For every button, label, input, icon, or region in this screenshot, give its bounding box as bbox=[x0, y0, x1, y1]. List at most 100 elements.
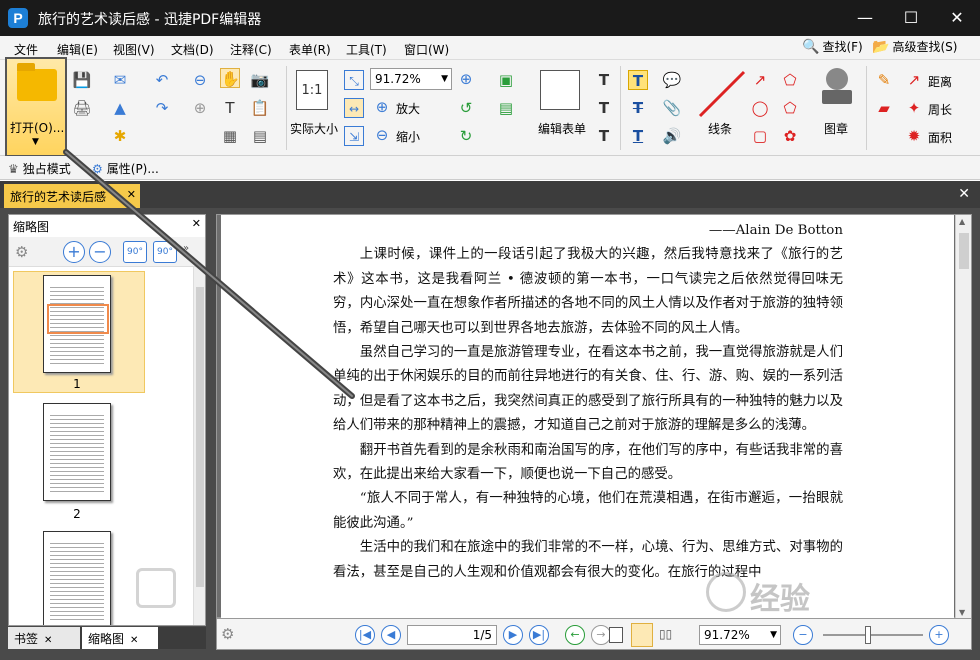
zoom-slider[interactable] bbox=[823, 626, 923, 644]
find-button[interactable]: 🔍 查找(F) bbox=[802, 38, 863, 55]
gear-icon[interactable]: ⚙ bbox=[15, 243, 28, 261]
close-all-tabs-icon[interactable]: ✕ bbox=[958, 186, 970, 202]
print-icon[interactable]: 🖨 bbox=[72, 98, 92, 118]
scroll-thumb[interactable] bbox=[959, 233, 969, 269]
redo-icon[interactable]: ↷ bbox=[152, 98, 172, 118]
fit-page-icon[interactable]: ⤡ bbox=[344, 70, 364, 90]
menu-window[interactable]: 窗口(W) bbox=[404, 41, 449, 58]
area-label[interactable]: 面积 bbox=[928, 129, 952, 146]
close-panel-icon[interactable]: ✕ bbox=[192, 217, 201, 230]
new-document-icon[interactable]: ✱ bbox=[110, 126, 130, 146]
rotate-left-icon[interactable]: 90° bbox=[123, 241, 147, 263]
distance-icon[interactable]: ↗ bbox=[904, 70, 924, 90]
perimeter-label[interactable]: 周长 bbox=[928, 101, 952, 118]
document-scrollbar[interactable]: ▲ ▼ bbox=[955, 215, 971, 619]
scan-icon[interactable]: ▲ bbox=[110, 98, 130, 118]
rotate-right-icon[interactable]: 90° bbox=[153, 241, 177, 263]
forward-icon[interactable]: ⊕ bbox=[190, 98, 210, 118]
zoom-select[interactable]: 91.72% ▼ bbox=[370, 68, 452, 90]
single-page-icon[interactable] bbox=[609, 627, 623, 643]
cloud-icon[interactable]: ✿ bbox=[780, 126, 800, 146]
tab-document[interactable]: 旅行的艺术读后感 ✕ bbox=[4, 184, 140, 208]
add-field-icon[interactable]: ▤ bbox=[496, 98, 516, 118]
zoom-in-icon[interactable]: ⊕ bbox=[456, 69, 476, 89]
tab-thumbnails[interactable]: 缩略图 ✕ bbox=[82, 627, 158, 649]
area-icon[interactable]: ✹ bbox=[904, 126, 924, 146]
paste-icon[interactable]: 📋 bbox=[250, 98, 270, 118]
zoom-in-label[interactable]: 放大 bbox=[396, 100, 420, 117]
maximize-button[interactable]: ☐ bbox=[888, 0, 934, 36]
menu-view[interactable]: 视图(V) bbox=[113, 41, 155, 58]
menu-tools[interactable]: 工具(T) bbox=[346, 41, 387, 58]
scroll-up-icon[interactable]: ▲ bbox=[959, 217, 965, 226]
close-window-button[interactable]: ✕ bbox=[934, 0, 980, 36]
enlarge-thumbnail-icon[interactable]: + bbox=[63, 241, 85, 263]
exclusive-mode-button[interactable]: ♛ 独占模式 bbox=[8, 160, 71, 177]
polygon-icon[interactable]: ⬠ bbox=[780, 98, 800, 118]
minimize-button[interactable]: — bbox=[842, 0, 888, 36]
menu-file[interactable]: 文件 bbox=[14, 41, 38, 58]
zoom-in-plus-icon[interactable]: ⊕ bbox=[372, 97, 392, 117]
menu-comment[interactable]: 注释(C) bbox=[230, 41, 272, 58]
scroll-down-icon[interactable]: ▼ bbox=[959, 608, 965, 617]
fit-width-icon[interactable]: ↔ bbox=[344, 98, 364, 118]
last-page-button[interactable]: ▶| bbox=[529, 625, 549, 645]
stamp-icon[interactable] bbox=[820, 68, 854, 112]
pencil-icon[interactable]: ✎ bbox=[874, 70, 894, 90]
zoom-out-label[interactable]: 缩小 bbox=[396, 128, 420, 145]
facing-pages-icon[interactable]: ▯▯ bbox=[659, 627, 672, 641]
go-forward-button[interactable]: → bbox=[591, 625, 611, 645]
prev-page-button[interactable]: ◀ bbox=[381, 625, 401, 645]
close-tab-icon[interactable]: ✕ bbox=[127, 188, 136, 201]
menu-edit[interactable]: 编辑(E) bbox=[57, 41, 98, 58]
polyline-icon[interactable]: ⬠ bbox=[780, 70, 800, 90]
thumbnail-page-3[interactable] bbox=[43, 531, 111, 625]
ellipse-icon[interactable]: ◯ bbox=[750, 98, 770, 118]
attach-icon[interactable]: 📎 bbox=[662, 98, 682, 118]
save-icon[interactable]: 💾 bbox=[72, 70, 92, 90]
go-back-button[interactable]: ← bbox=[565, 625, 585, 645]
eraser-icon[interactable]: ▰ bbox=[874, 98, 894, 118]
email-icon[interactable]: ✉ bbox=[110, 70, 130, 90]
back-icon[interactable]: ⊖ bbox=[190, 70, 210, 90]
continuous-page-icon[interactable] bbox=[631, 623, 653, 647]
thumbnail-page-2[interactable] bbox=[43, 403, 111, 501]
next-page-button[interactable]: ▶ bbox=[503, 625, 523, 645]
rotate-right-icon[interactable]: ↻ bbox=[456, 126, 476, 146]
open-file-button[interactable]: 打开(O)... ▼ bbox=[5, 57, 67, 157]
gear-icon[interactable]: ⚙ bbox=[221, 625, 234, 643]
actual-size-icon[interactable]: 1:1 bbox=[296, 70, 328, 110]
distance-label[interactable]: 距离 bbox=[928, 73, 952, 90]
shrink-thumbnail-icon[interactable]: − bbox=[89, 241, 111, 263]
strikeout-icon[interactable]: T bbox=[628, 98, 648, 118]
rectangle-icon[interactable]: ▢ bbox=[750, 126, 770, 146]
text-box-icon[interactable]: T bbox=[594, 70, 614, 90]
zoom-slider-handle[interactable] bbox=[865, 626, 871, 644]
fit-visible-icon[interactable]: ⇲ bbox=[344, 126, 364, 146]
advanced-find-button[interactable]: 📂 高级查找(S) bbox=[872, 38, 957, 55]
properties-button[interactable]: ⚙ 属性(P)... bbox=[92, 160, 159, 177]
undo-icon[interactable]: ↶ bbox=[152, 70, 172, 90]
page-setup-icon[interactable]: ▤ bbox=[250, 126, 270, 146]
arrow-icon[interactable]: ↗ bbox=[750, 70, 770, 90]
zoom-out-button[interactable]: − bbox=[793, 625, 813, 645]
first-page-button[interactable]: |◀ bbox=[355, 625, 375, 645]
select-area-icon[interactable]: ▦ bbox=[220, 126, 240, 146]
typewriter-icon[interactable]: T bbox=[594, 98, 614, 118]
tab-bookmarks[interactable]: 书签 ✕ bbox=[8, 627, 80, 649]
zoom-out-icon[interactable]: ⊖ bbox=[372, 125, 392, 145]
page-number-input[interactable]: 1/5 bbox=[407, 625, 497, 645]
close-icon[interactable]: ✕ bbox=[130, 635, 138, 646]
perimeter-icon[interactable]: ✦ bbox=[904, 98, 924, 118]
highlight-text-icon[interactable]: T bbox=[628, 70, 648, 90]
snapshot-icon[interactable]: 📷 bbox=[250, 70, 270, 90]
thumbnail-scrollbar[interactable] bbox=[193, 267, 205, 625]
note-icon[interactable]: 💬 bbox=[662, 70, 682, 90]
close-icon[interactable]: ✕ bbox=[44, 635, 52, 646]
menu-document[interactable]: 文档(D) bbox=[171, 41, 214, 58]
sound-icon[interactable]: 🔊 bbox=[662, 126, 682, 146]
thumbnail-page-1[interactable] bbox=[43, 275, 111, 373]
edit-form-icon[interactable] bbox=[540, 70, 580, 110]
underline-icon[interactable]: T bbox=[628, 126, 648, 146]
insert-field-icon[interactable]: ▣ bbox=[496, 70, 516, 90]
